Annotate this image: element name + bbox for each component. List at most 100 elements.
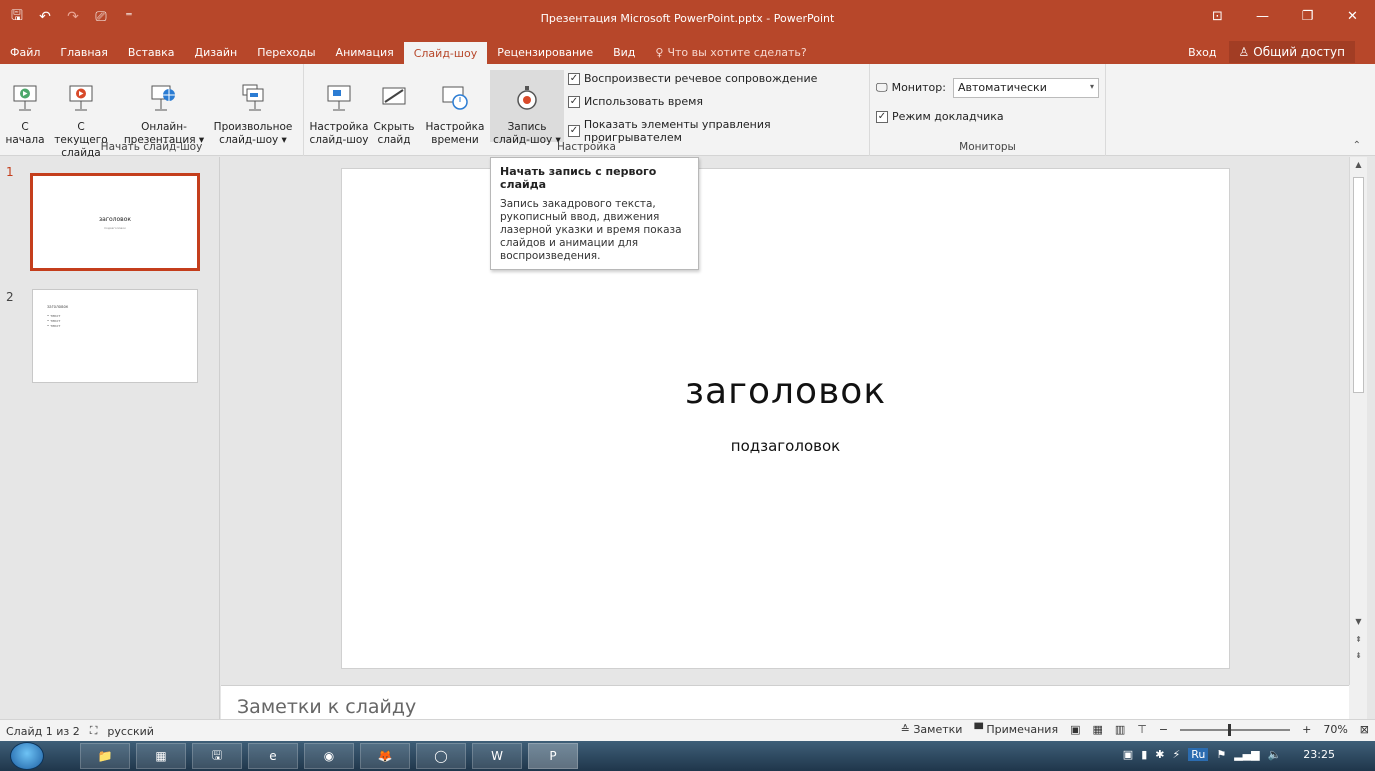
slide-thumbnails-pane: 1 заголовок подзаголовок 2 заголовок • т…	[0, 157, 220, 719]
zoom-slider-knob[interactable]	[1228, 723, 1232, 736]
ribbon-display-options-icon[interactable]: ⊡	[1195, 0, 1240, 32]
tab-file[interactable]: Файл	[0, 40, 50, 64]
person-icon: ♙	[1238, 45, 1250, 59]
group-label-start: Начать слайд-шоу	[100, 141, 203, 153]
vertical-scrollbar[interactable]: ▲ ▼ ⇞ ⇟	[1349, 157, 1367, 685]
tray-app-icon[interactable]: ▣	[1123, 748, 1133, 761]
ribbon: С начала С текущего слайда Онлайн- презе…	[0, 64, 1375, 159]
monitor-select[interactable]: Автоматически ▾	[953, 78, 1099, 98]
collapse-ribbon-icon[interactable]: ⌃	[1353, 140, 1361, 151]
bluetooth-icon[interactable]: ✱	[1155, 748, 1164, 761]
restore-icon[interactable]: ❐	[1285, 0, 1330, 32]
share-label: Общий доступ	[1253, 45, 1345, 59]
tab-review[interactable]: Рецензирование	[487, 40, 603, 64]
thumbnail-subtitle: подзаголовок	[104, 226, 126, 230]
presenter-view-label: Режим докладчика	[892, 110, 1004, 123]
thumbnail-title: заголовок	[98, 216, 132, 223]
tab-transitions[interactable]: Переходы	[247, 40, 325, 64]
previous-slide-icon[interactable]: ⇞	[1352, 635, 1365, 644]
scroll-up-icon[interactable]: ▲	[1352, 160, 1365, 169]
reading-view-icon[interactable]: ▥	[1115, 723, 1125, 736]
slide-thumbnail-2[interactable]: заголовок • текст • текст • текст	[32, 289, 198, 383]
title-bar: 🖫 ↶ ↷ ⎚ ⁼ Презентация Microsoft PowerPoi…	[0, 0, 1375, 40]
comments-label: Примечания	[986, 723, 1059, 736]
checkmark-icon: ✓	[568, 95, 580, 108]
monitor-value: Автоматически	[958, 81, 1047, 94]
explorer-taskbar-icon[interactable]: 📁	[80, 743, 130, 769]
chrome-taskbar-icon[interactable]: ◉	[304, 743, 354, 769]
tray-network-icon[interactable]: ▮	[1141, 748, 1147, 761]
next-slide-icon[interactable]: ⇟	[1352, 651, 1365, 660]
comments-button[interactable]: ▀ Примечания	[974, 723, 1058, 736]
slide-count: Слайд 1 из 2	[6, 724, 80, 738]
save-app-taskbar-icon[interactable]: 🖫	[192, 743, 242, 769]
normal-view-icon[interactable]: ▣	[1070, 723, 1080, 736]
signal-icon[interactable]: ▂▄▆	[1234, 748, 1259, 761]
tab-animations[interactable]: Анимация	[326, 40, 404, 64]
use-timings-checkbox[interactable]: ✓ Использовать время	[568, 95, 703, 108]
thumbnail-bullet: • текст	[47, 324, 61, 328]
scrollbar-thumb[interactable]	[1353, 177, 1364, 393]
tab-insert[interactable]: Вставка	[118, 40, 185, 64]
minimize-icon[interactable]: —	[1240, 0, 1285, 32]
tab-home[interactable]: Главная	[50, 40, 118, 64]
checkmark-icon: ✓	[876, 110, 888, 123]
language-indicator-tray[interactable]: Ru	[1188, 748, 1209, 761]
share-button[interactable]: ♙ Общий доступ	[1228, 41, 1355, 63]
slide-subtitle[interactable]: подзаголовок	[342, 437, 1229, 455]
slideshow-view-icon[interactable]: ⊤	[1137, 723, 1147, 736]
opera-taskbar-icon[interactable]: ◯	[416, 743, 466, 769]
zoom-out-icon[interactable]: −	[1159, 723, 1168, 736]
tab-view[interactable]: Вид	[603, 40, 645, 64]
play-from-current-icon	[69, 85, 93, 111]
record-stopwatch-icon	[517, 86, 537, 110]
zoom-level[interactable]: 70%	[1323, 723, 1347, 736]
zoom-in-icon[interactable]: +	[1302, 723, 1311, 736]
tooltip-title: Начать запись с первого слайда	[500, 165, 657, 191]
slide-thumbnail-1[interactable]: заголовок подзаголовок	[30, 173, 200, 271]
fit-to-window-icon[interactable]: ⊠	[1360, 723, 1369, 736]
spellcheck-icon[interactable]: ⛶	[90, 724, 98, 738]
app-taskbar-icon[interactable]: ▦	[136, 743, 186, 769]
hide-slide-icon	[382, 87, 406, 105]
slide-title[interactable]: заголовок	[342, 371, 1229, 412]
ie-taskbar-icon[interactable]: e	[248, 743, 298, 769]
tab-design[interactable]: Дизайн	[185, 40, 248, 64]
notes-scrollbar[interactable]	[1349, 685, 1367, 719]
notes-toggle-label: Заметки	[913, 723, 963, 736]
group-setup: Настройка слайд-шоу Скрыть слайд Настрой…	[304, 64, 870, 156]
power-icon[interactable]: ⚡	[1172, 748, 1180, 761]
tab-slideshow[interactable]: Слайд-шоу	[403, 42, 488, 64]
volume-icon[interactable]: 🔈	[1268, 748, 1282, 761]
start-button-icon[interactable]	[10, 742, 44, 770]
tell-me-text: Что вы хотите сделать?	[667, 45, 807, 59]
clock[interactable]: 23:25	[1303, 748, 1335, 761]
record-slideshow-button[interactable]: Запись слайд-шоу ▾	[490, 70, 564, 146]
scroll-down-icon[interactable]: ▼	[1352, 617, 1365, 626]
notes-toggle-button[interactable]: ≙ Заметки	[901, 723, 963, 736]
signin-link[interactable]: Вход	[1188, 46, 1216, 59]
play-narrations-checkbox[interactable]: ✓ Воспроизвести речевое сопровождение	[568, 72, 817, 85]
notes-pane[interactable]: Заметки к слайду	[221, 685, 1349, 719]
lightbulb-icon: ♀	[655, 45, 664, 59]
firefox-taskbar-icon[interactable]: 🦊	[360, 743, 410, 769]
presenter-view-checkbox[interactable]: ✓ Режим докладчика	[876, 110, 1004, 123]
tell-me-search[interactable]: ♀ Что вы хотите сделать?	[645, 40, 816, 64]
custom-show-icon	[242, 84, 264, 111]
flag-icon[interactable]: ⚑	[1216, 748, 1226, 761]
slide-canvas[interactable]: заголовок подзаголовок	[341, 168, 1230, 669]
word-taskbar-icon[interactable]: W	[472, 743, 522, 769]
record-tooltip: Начать запись с первого слайда Запись за…	[490, 157, 699, 270]
thumbnail-title: заголовок	[47, 304, 69, 309]
rehearse-timer-icon	[442, 86, 468, 110]
comment-icon: ▀	[974, 723, 983, 736]
zoom-slider[interactable]	[1180, 723, 1291, 736]
slide-sorter-icon[interactable]: ▦	[1092, 723, 1102, 736]
close-icon[interactable]: ✕	[1330, 0, 1375, 32]
checkmark-icon: ✓	[568, 125, 580, 137]
powerpoint-taskbar-icon[interactable]: P	[528, 743, 578, 769]
language-indicator[interactable]: русский	[107, 725, 154, 738]
setup-show-icon	[327, 85, 351, 111]
system-tray: ▣ ▮ ✱ ⚡ Ru ⚑ ▂▄▆ 🔈 23:25	[1123, 748, 1335, 761]
status-bar: Слайд 1 из 2 ⛶ русский ≙ Заметки ▀ Приме…	[0, 719, 1375, 741]
